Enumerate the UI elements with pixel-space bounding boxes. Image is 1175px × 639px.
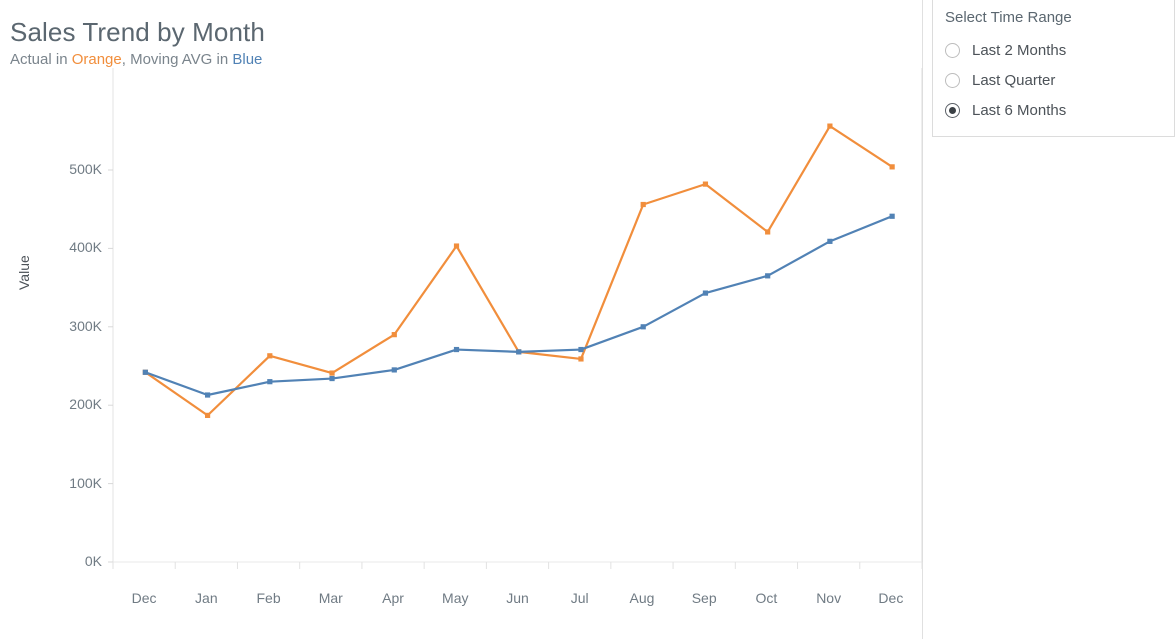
data-point-marker	[827, 123, 833, 129]
x-axis-tick-label: Sep	[691, 590, 717, 606]
x-axis-tick-label: Dec	[131, 590, 157, 606]
data-point-marker	[142, 369, 148, 375]
radio-option-1[interactable]: Last Quarter	[933, 65, 1174, 95]
radio-option-0[interactable]: Last 2 Months	[933, 35, 1174, 65]
data-point-marker	[204, 392, 211, 398]
series-line-actual	[144, 124, 894, 417]
radio-option-label: Last Quarter	[972, 71, 1056, 89]
data-point-marker	[267, 379, 273, 385]
data-point-marker	[827, 238, 833, 244]
data-point-marker	[889, 164, 895, 170]
radio-option-label: Last 6 Months	[972, 101, 1067, 119]
data-point-marker	[640, 324, 646, 330]
y-axis-tick-label: 300K	[69, 317, 102, 334]
x-axis-tick-label: Feb	[256, 590, 281, 606]
data-point-marker	[765, 273, 771, 279]
radio-button-icon[interactable]	[945, 72, 960, 88]
y-axis-title: Value	[16, 255, 32, 290]
dashboard-root: Sales Trend by Month Actual in Orange, M…	[0, 0, 1175, 639]
time-range-radio-group[interactable]: Last 2 Months Last Quarter Last 6 Months	[933, 35, 1174, 125]
x-axis-tick-label: Jul	[570, 590, 589, 606]
data-point-marker	[453, 346, 460, 353]
data-point-marker	[391, 332, 397, 338]
chart-plot-area: Value 0K 100K 200K 300K 400K 500K Dec Jan Feb Mar…	[0, 0, 923, 639]
data-point-marker	[702, 181, 709, 187]
visualization-pane: Sales Trend by Month Actual in Orange, M…	[0, 0, 923, 639]
x-axis-tick-label: Mar	[318, 590, 343, 606]
y-axis-tick-label: 400K	[69, 239, 102, 256]
data-point-marker	[578, 346, 584, 353]
data-point-marker	[329, 370, 335, 376]
y-axis-tick-label: 0K	[84, 553, 102, 569]
data-point-marker	[204, 412, 211, 418]
data-point-marker	[765, 229, 771, 235]
radio-button-icon[interactable]	[945, 42, 960, 58]
x-axis-tick-label: Dec	[878, 590, 904, 606]
x-axis-tick-label: Nov	[816, 590, 842, 606]
radio-option-2[interactable]: Last 6 Months	[933, 95, 1174, 125]
data-point-marker	[391, 367, 397, 373]
y-axis-tick-label: 100K	[69, 474, 102, 491]
data-point-marker	[889, 213, 895, 219]
data-point-marker	[453, 243, 460, 249]
radio-button-icon[interactable]	[945, 102, 960, 118]
x-axis-tick-label: Oct	[755, 590, 778, 606]
data-point-marker	[516, 349, 522, 355]
data-point-marker	[640, 201, 646, 208]
data-point-marker	[329, 375, 335, 382]
time-range-filter-card: Select Time Range Last 2 Months Last Quar…	[932, 0, 1175, 137]
x-axis-tick-label: May	[442, 590, 469, 606]
x-axis-tick-label: Jun	[506, 590, 529, 606]
y-axis-tick-label: 500K	[69, 161, 102, 177]
x-axis-tick-label: Jan	[195, 590, 218, 606]
y-axis-tick-label: 200K	[69, 396, 102, 413]
filter-pane: Select Time Range Last 2 Months Last Quar…	[923, 0, 1175, 639]
line-chart	[108, 68, 923, 569]
data-point-marker	[702, 290, 709, 296]
radio-option-label: Last 2 Months	[972, 41, 1067, 59]
filter-title: Select Time Range	[945, 9, 1072, 26]
data-point-marker	[267, 353, 273, 359]
data-point-marker	[578, 356, 584, 362]
x-axis-tick-label: Aug	[629, 590, 655, 606]
x-axis-tick-label: Apr	[382, 590, 404, 606]
